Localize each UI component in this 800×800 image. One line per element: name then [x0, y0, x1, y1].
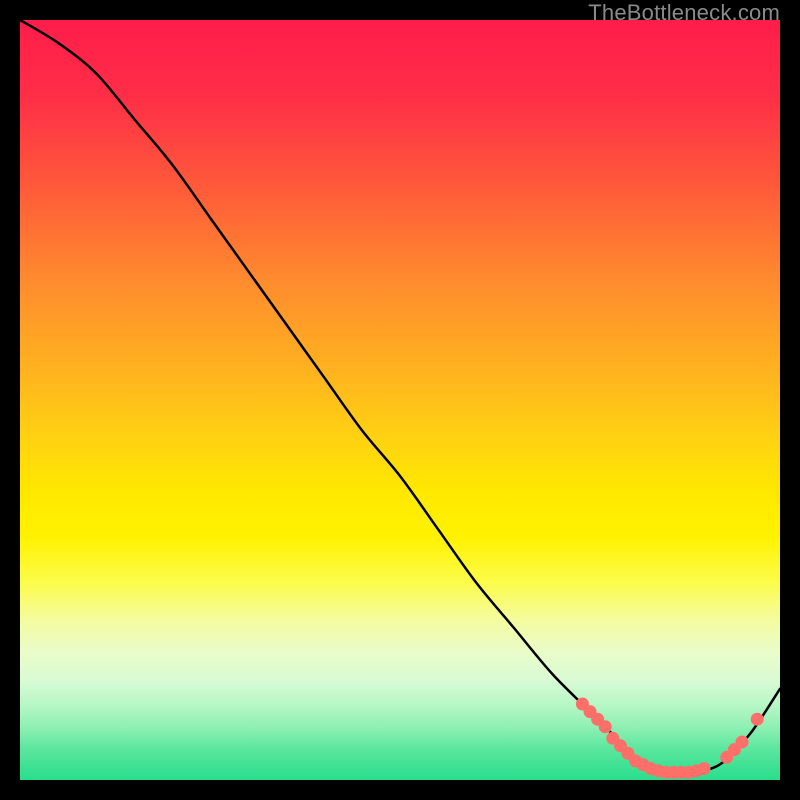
bottleneck-curve-line: [20, 20, 780, 773]
highlight-marker: [698, 762, 711, 775]
highlight-marker-group: [576, 698, 764, 779]
highlight-marker: [751, 713, 764, 726]
highlight-marker: [736, 736, 749, 749]
chart-svg: [20, 20, 780, 780]
highlight-marker: [599, 720, 612, 733]
chart-plot-area: [20, 20, 780, 780]
chart-frame: TheBottleneck.com: [0, 0, 800, 800]
